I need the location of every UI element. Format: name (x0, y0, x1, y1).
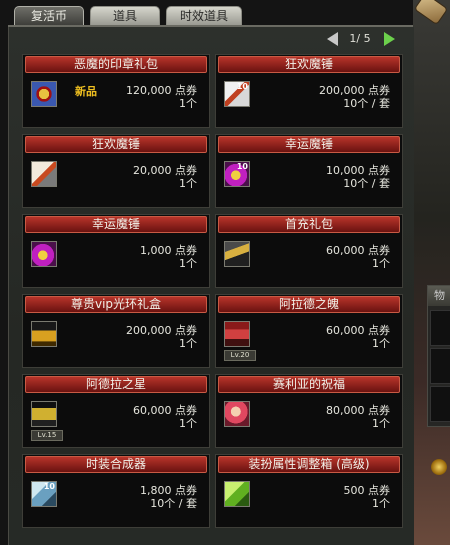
item-name: 幸运魔锤 (25, 216, 207, 233)
item-name: 装扮属性调整箱 (高级) (218, 456, 400, 473)
demon-seal-icon[interactable] (31, 81, 57, 107)
item-quantity: 1个 (179, 97, 197, 110)
lucky-hammer-icon[interactable]: 10 (224, 161, 250, 187)
item-card[interactable]: 幸运魔锤 10 10,000 点券 10个 / 套 (215, 134, 403, 208)
item-quantity: 1个 (179, 417, 197, 430)
side-slot[interactable] (430, 348, 450, 384)
item-quantity: 1个 (372, 337, 390, 350)
item-card[interactable]: 狂欢魔锤 10 200,000 点券 10个 / 套 (215, 54, 403, 128)
item-quantity: 1个 (179, 177, 197, 190)
level-badge: Lv.20 (224, 350, 256, 361)
side-slot[interactable] (430, 310, 450, 346)
shop-window: 复活币 道具 时效道具 1/ 5 恶魔的印章礼包 新品 120,000 点券 1… (0, 0, 414, 545)
item-name: 阿德拉之星 (25, 376, 207, 393)
item-card[interactable]: 尊贵vip光环礼盒 200,000 点券 1个 (22, 294, 210, 368)
side-panel: 物 (427, 285, 450, 427)
fairy-knight-icon[interactable] (224, 321, 250, 347)
item-quantity: 10个 / 套 (343, 177, 390, 190)
gold-emblem-icon[interactable] (31, 401, 57, 427)
item-quantity: 10个 / 套 (343, 97, 390, 110)
item-quantity: 1个 (179, 257, 197, 270)
item-card[interactable]: 装扮属性调整箱 (高级) 500 点券 1个 (215, 454, 403, 528)
item-name: 时装合成器 (25, 456, 207, 473)
tab-items[interactable]: 道具 (90, 6, 160, 25)
level-badge: Lv.15 (31, 430, 63, 441)
item-quantity: 1个 (372, 257, 390, 270)
item-name: 尊贵vip光环礼盒 (25, 296, 207, 313)
vip-trophy-icon[interactable] (31, 321, 57, 347)
page-indicator: 1/ 5 (349, 32, 371, 45)
item-name: 赛利亚的祝福 (218, 376, 400, 393)
item-quantity: 10个 / 套 (150, 497, 197, 510)
item-name: 恶魔的印章礼包 (25, 56, 207, 73)
tab-revive-coin[interactable]: 复活币 (14, 6, 84, 25)
item-name: 幸运魔锤 (218, 136, 400, 153)
item-card[interactable]: 阿拉德之魄 Lv.20 60,000 点券 1个 (215, 294, 403, 368)
item-quantity: 1个 (179, 337, 197, 350)
next-page-icon[interactable] (384, 32, 395, 46)
pager: 1/ 5 (318, 31, 400, 47)
item-name: 狂欢魔锤 (218, 56, 400, 73)
crystal-synthesizer-icon[interactable]: 10 (31, 481, 57, 507)
seria-portrait-icon[interactable] (224, 401, 250, 427)
item-card[interactable]: 阿德拉之星 Lv.15 60,000 点券 1个 (22, 374, 210, 448)
carnival-hammer-box-icon[interactable] (31, 161, 57, 187)
item-card[interactable]: 首充礼包 60,000 点券 1个 (215, 214, 403, 288)
new-badge: 新品 (75, 85, 97, 98)
green-cube-icon[interactable] (224, 481, 250, 507)
stack-count: 10 (236, 82, 248, 91)
lucky-hammer-icon[interactable] (31, 241, 57, 267)
side-slot[interactable] (430, 386, 450, 422)
item-quantity: 1个 (372, 417, 390, 430)
prev-page-icon[interactable] (327, 32, 338, 46)
item-quantity: 1个 (372, 497, 390, 510)
item-name: 阿拉德之魄 (218, 296, 400, 313)
gold-orb-icon[interactable] (431, 459, 447, 475)
first-charge-gift-icon[interactable] (224, 241, 250, 267)
item-card[interactable]: 幸运魔锤 1,000 点券 1个 (22, 214, 210, 288)
carnival-hammer-box-icon[interactable]: 10 (224, 81, 250, 107)
item-card[interactable]: 赛利亚的祝福 80,000 点券 1个 (215, 374, 403, 448)
item-card[interactable]: 狂欢魔锤 20,000 点券 1个 (22, 134, 210, 208)
stack-count: 10 (236, 162, 248, 171)
item-card[interactable]: 时装合成器 10 1,800 点券 10个 / 套 (22, 454, 210, 528)
item-name: 狂欢魔锤 (25, 136, 207, 153)
item-card[interactable]: 恶魔的印章礼包 新品 120,000 点券 1个 (22, 54, 210, 128)
stack-count: 10 (43, 482, 55, 491)
item-name: 首充礼包 (218, 216, 400, 233)
side-panel-tab[interactable]: 物 (428, 286, 450, 306)
tab-timed-items[interactable]: 时效道具 (166, 6, 242, 25)
